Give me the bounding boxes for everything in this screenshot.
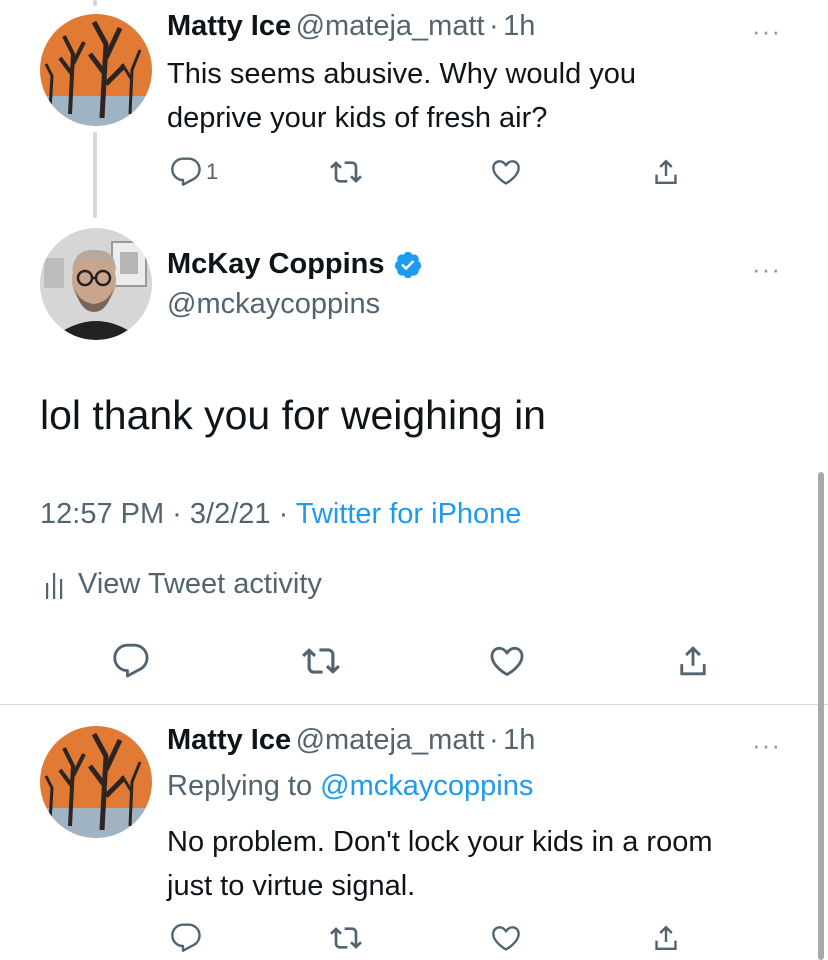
- reply-button[interactable]: [170, 922, 202, 954]
- view-tweet-activity[interactable]: View Tweet activity: [44, 568, 322, 601]
- retweet-button[interactable]: [330, 156, 362, 188]
- tweet-time[interactable]: 1h: [503, 724, 535, 756]
- avatar[interactable]: [40, 14, 152, 126]
- more-options-button[interactable]: ···: [752, 732, 781, 758]
- share-button[interactable]: [650, 156, 682, 188]
- like-button[interactable]: [490, 922, 522, 954]
- tweet-text-line: This seems abusive. Why would you: [167, 58, 637, 90]
- tweet-text-line: No problem. Don't lock your kids in a ro…: [167, 826, 713, 858]
- author-name[interactable]: Matty Ice: [167, 724, 291, 756]
- share-icon: [674, 642, 712, 680]
- avatar[interactable]: [40, 726, 152, 838]
- bar-chart-icon: [46, 572, 63, 599]
- tweet-text-line: just to virtue signal.: [167, 870, 416, 902]
- like-icon: [490, 156, 522, 188]
- scrollbar[interactable]: [818, 472, 824, 960]
- more-options-button[interactable]: ···: [752, 18, 781, 44]
- reply-button[interactable]: 1: [170, 156, 218, 188]
- author-handle[interactable]: @mckaycoppins: [167, 288, 380, 321]
- reply-count: 1: [206, 159, 219, 184]
- verified-badge-icon: [394, 251, 421, 278]
- like-button[interactable]: [490, 156, 522, 188]
- divider: [0, 704, 828, 705]
- thread-line-top: [93, 0, 97, 6]
- separator-dot: ·: [489, 10, 499, 42]
- avatar-trees-image: [40, 726, 152, 838]
- share-button[interactable]: [674, 642, 712, 680]
- author-name[interactable]: Matty Ice: [167, 10, 291, 42]
- like-icon: [488, 642, 526, 680]
- replying-to-label: Replying to: [167, 770, 321, 802]
- like-button[interactable]: [488, 642, 526, 680]
- thread-line-connector: [93, 132, 97, 218]
- tweet-timestamp: 12:57 PM · 3/2/21 ·: [40, 498, 296, 530]
- author-name[interactable]: McKay Coppins: [167, 248, 385, 281]
- separator-dot: ·: [489, 724, 499, 756]
- reply-button[interactable]: [112, 642, 150, 680]
- avatar-photo: [40, 228, 152, 340]
- view-tweet-activity-label: View Tweet activity: [78, 568, 322, 600]
- reply-icon: [170, 922, 202, 954]
- replying-to-link[interactable]: @mckaycoppins: [320, 770, 533, 802]
- share-icon: [650, 156, 682, 188]
- avatar-trees-image: [40, 14, 152, 126]
- retweet-icon: [302, 642, 340, 680]
- share-button[interactable]: [650, 922, 682, 954]
- tweet-time[interactable]: 1h: [503, 10, 535, 42]
- retweet-icon: [330, 922, 362, 954]
- author-handle[interactable]: @mateja_matt: [296, 10, 485, 42]
- reply-icon: [112, 642, 150, 680]
- retweet-button[interactable]: [302, 642, 340, 680]
- avatar[interactable]: [40, 228, 152, 340]
- reply-icon: [170, 156, 202, 188]
- share-icon: [650, 922, 682, 954]
- tweet-source-link[interactable]: Twitter for iPhone: [296, 498, 522, 530]
- retweet-icon: [330, 156, 362, 188]
- tweet-text-line: deprive your kids of fresh air?: [167, 102, 548, 134]
- like-icon: [490, 922, 522, 954]
- tweet-text: lol thank you for weighing in: [40, 392, 546, 438]
- retweet-button[interactable]: [330, 922, 362, 954]
- more-options-button[interactable]: ···: [752, 256, 781, 282]
- author-handle[interactable]: @mateja_matt: [296, 724, 485, 756]
